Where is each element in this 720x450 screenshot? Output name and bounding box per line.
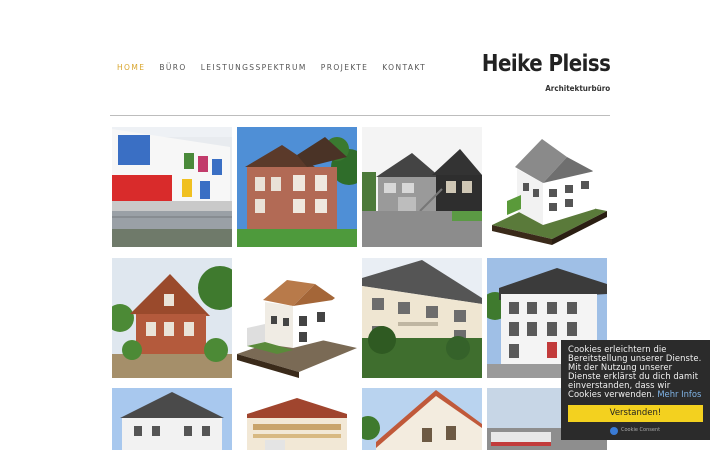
nav-item-leistungsspektrum[interactable]: LEISTUNGSSPEKTRUM: [201, 63, 307, 72]
cookie-banner: Cookies erleichtern die Bereitstellung u…: [561, 340, 710, 440]
nav-item-buero[interactable]: BÜRO: [159, 63, 186, 72]
gallery-tile-gable-facade[interactable]: [362, 388, 482, 450]
gallery-tile-apartment-block[interactable]: [362, 258, 482, 378]
site-subtitle: Architekturbüro: [545, 84, 610, 93]
cookie-consent-brand[interactable]: Cookie Consent: [610, 426, 660, 435]
site-title[interactable]: Heike Pleiss: [481, 51, 610, 77]
project-image: [362, 388, 482, 450]
gallery-tile-brick-villa[interactable]: [237, 127, 357, 247]
gallery-tile-roof-section-model[interactable]: [237, 388, 357, 450]
cookie-accept-button[interactable]: Verstanden!: [568, 405, 703, 422]
project-image: [112, 258, 232, 378]
project-image: [237, 258, 357, 378]
gallery-tile-dark-gable-house[interactable]: [362, 127, 482, 247]
main-nav: HOME BÜRO LEISTUNGSSPEKTRUM PROJEKTE KON…: [117, 63, 440, 72]
cookie-consent-logo-icon: [610, 426, 618, 435]
header-divider: [110, 115, 610, 116]
project-image: [362, 127, 482, 247]
gallery-tile-colorful-school[interactable]: [112, 127, 232, 247]
nav-item-kontakt[interactable]: KONTAKT: [382, 63, 426, 72]
nav-item-projekte[interactable]: PROJEKTE: [321, 63, 368, 72]
nav-item-home[interactable]: HOME: [117, 63, 145, 72]
gallery-tile-3d-model-white-house[interactable]: [487, 127, 607, 247]
project-image: [112, 127, 232, 247]
gallery-tile-hipped-roof-house[interactable]: [112, 388, 232, 450]
project-image: [237, 127, 357, 247]
project-image: [487, 127, 607, 247]
cookie-consent-label: Cookie Consent: [621, 427, 661, 433]
project-image: [362, 258, 482, 378]
gallery-tile-brick-cottage[interactable]: [112, 258, 232, 378]
project-image: [237, 388, 357, 450]
project-image: [112, 388, 232, 450]
cookie-more-info-link[interactable]: Mehr Infos: [657, 389, 701, 399]
gallery-tile-3d-model-hipped-house[interactable]: [237, 258, 357, 378]
